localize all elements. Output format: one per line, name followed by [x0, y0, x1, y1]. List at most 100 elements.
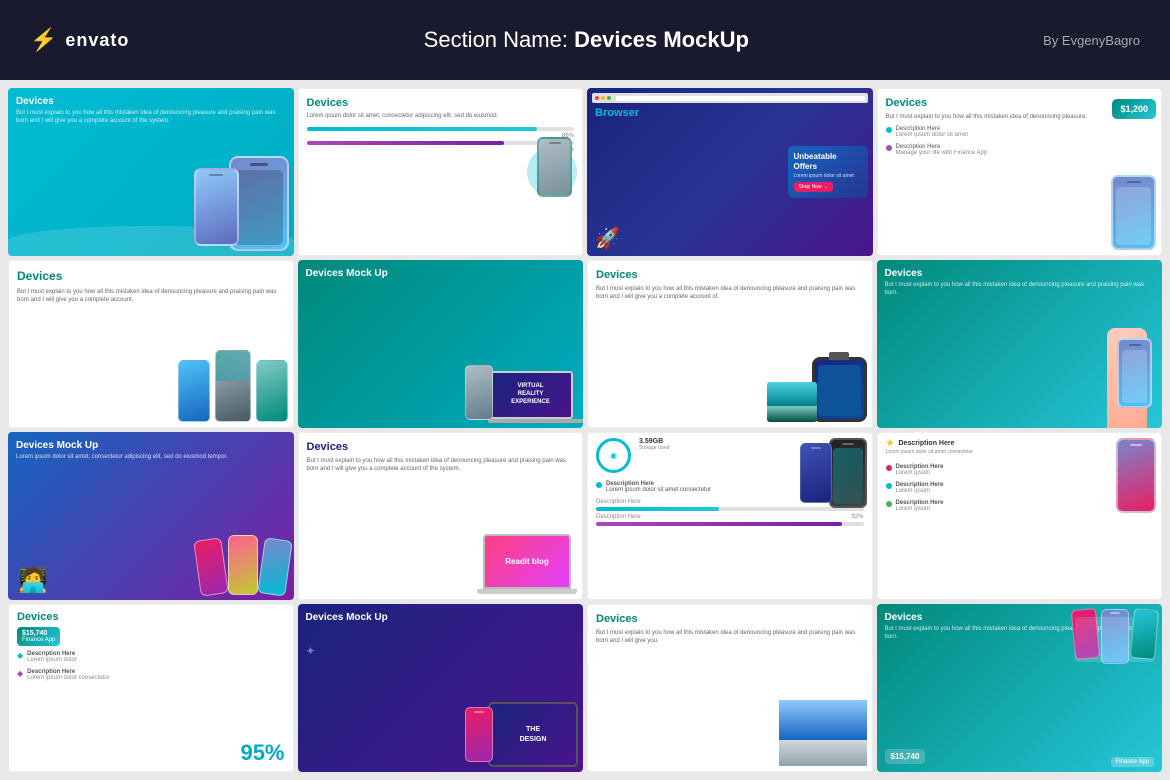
offer-banner: Unbeatable Offers Lorem ipsum dolor sit …: [788, 146, 868, 198]
watch-group: [812, 357, 867, 422]
finance-card-1: $15,740 Finance App: [17, 627, 60, 646]
vr-content: VIRTUALREALITYEXPERIENCE: [488, 371, 573, 419]
slide-r4c1[interactable]: Devices $15,740 Finance App ◆ Descriptio…: [8, 604, 294, 772]
slide-r4c4[interactable]: Devices But I must explain to you how al…: [877, 604, 1163, 772]
phone-s3: [1130, 608, 1159, 660]
offer-sub: Lorem ipsum dolor sit amet: [794, 173, 862, 179]
phone-blue: [800, 443, 832, 503]
phone-in-hand: [1117, 338, 1152, 408]
storage-info: 3.59GB Storage Used: [639, 438, 670, 473]
slide-title: Devices Mock Up: [298, 604, 584, 625]
slide-desc: But I must explain to you how all this m…: [8, 109, 294, 126]
slide-r2c1[interactable]: Devices But I must explain to you how al…: [8, 260, 294, 428]
finance-phone: [1111, 175, 1156, 250]
watch-strap-top: [829, 352, 849, 360]
phones-group: [178, 350, 288, 422]
slide-r1c3[interactable]: Browser Unbeatable Offers Lorem ipsum do…: [587, 88, 873, 256]
laptop: Readit blog: [483, 534, 577, 594]
desc-diamond-1: ◆ Description HereLorem ipsum dolor: [9, 648, 293, 666]
slide-r3c4[interactable]: ★ Description Here Lorem ipsum dolor sit…: [877, 432, 1163, 600]
offer-title: Unbeatable Offers: [794, 152, 862, 171]
slide-r4c2[interactable]: Devices Mock Up THEDESIGN ✦: [298, 604, 584, 772]
phones-floating: [197, 535, 289, 595]
rating-row: ★ Description Here: [886, 438, 1154, 449]
landscape-photo: [767, 382, 817, 422]
slide-r2c3[interactable]: Devices But I must explain to you how al…: [587, 260, 873, 428]
slide-r1c2[interactable]: Devices Lorem ipsum dolor sit amet, cons…: [298, 88, 584, 256]
watch-screen: [818, 365, 861, 416]
slide-r3c3[interactable]: ◉ 3.59GB Storage Used Description HereLo…: [587, 432, 873, 600]
slide-desc: But I must explain to you how all this m…: [588, 283, 872, 304]
slide-grid: Devices But I must explain to you how al…: [0, 80, 1170, 780]
phone-float-3: [257, 537, 293, 596]
phone-stack: [1073, 609, 1157, 664]
vr-screen: VIRTUALREALITYEXPERIENCE: [488, 371, 578, 423]
slide-desc: But I must explain to you how all this m…: [9, 286, 293, 307]
price-card: $1,200: [1112, 99, 1156, 119]
character-illustration: [517, 137, 577, 207]
slide-title: Browser: [587, 105, 873, 121]
finance-cards: $15,740 Finance App: [9, 625, 293, 648]
storage-label: Storage Used: [639, 445, 670, 451]
price-2: $15,740: [22, 630, 55, 637]
monitor-screen: [779, 700, 867, 755]
price-tag: $15,740: [885, 749, 926, 764]
logo-area: ⚡ envato: [30, 27, 129, 53]
phone-3: [256, 360, 288, 422]
desc-text-1: Lorem ipsum dolor sit amet consectetur: [886, 449, 1154, 456]
phone-beside-tablet: [465, 707, 493, 762]
monitor-base: [488, 419, 583, 423]
offer-btn[interactable]: Shop Now →: [794, 182, 833, 192]
tablet-group: THEDESIGN: [488, 702, 578, 767]
slide-desc: But I must explain to you how all this m…: [299, 455, 583, 476]
slide-r2c4[interactable]: Devices But I must explain to you how al…: [877, 260, 1163, 428]
hand-phone: [1087, 318, 1157, 428]
slide-title: Devices Mock Up: [8, 432, 294, 453]
desc-diamond-2: ◆ Description HereLorem ipsum dolor cons…: [9, 666, 293, 684]
star-icon: ★: [886, 438, 895, 449]
slide-title: Devices: [9, 605, 293, 625]
phone-colorful: [1116, 438, 1156, 513]
big-percent: 95%: [240, 740, 284, 766]
phone-2: [215, 350, 251, 422]
phone-float-2: [228, 535, 258, 595]
city-photo: [781, 702, 865, 753]
manage-app-text: Manage your life with Finance App: [896, 150, 988, 156]
blog-name: Readit blog: [505, 557, 549, 566]
header: ⚡ envato Section Name: Devices MockUp By…: [0, 0, 1170, 80]
browser-bar: [592, 93, 868, 103]
phone-mockup-2: [194, 168, 239, 246]
phone-float-1: [193, 537, 229, 596]
laptop-screen: Readit blog: [483, 534, 571, 589]
slide-r3c1[interactable]: Devices Mock Up Lorem ipsum dolor sit am…: [8, 432, 294, 600]
title-bold: Devices MockUp: [574, 27, 749, 52]
desc-item-2: Description HereManage your life with Fi…: [878, 141, 1162, 159]
price-value: $1,200: [1120, 104, 1148, 114]
slide-desc: But I must explain to you how all this m…: [588, 627, 872, 648]
phone-dark: [829, 438, 867, 508]
app-name: Finance App: [22, 637, 55, 643]
header-title: Section Name: Devices MockUp: [424, 27, 749, 53]
laptop-base: [477, 589, 577, 594]
slide-title: Devices: [299, 89, 583, 111]
slide-r4c3[interactable]: Devices But I must explain to you how al…: [587, 604, 873, 772]
desc-item-1: Description HereLorem ipsum dolor sit am…: [878, 123, 1162, 141]
slide-desc: Lorem ipsum dolor sit amet, consectetur …: [8, 453, 294, 461]
slide-title: Devices: [8, 88, 294, 109]
slide-r2c2[interactable]: Devices Mock Up VIRTUALREALITYEXPERIENCE: [298, 260, 584, 428]
slide-r3c2[interactable]: Devices But I must explain to you how al…: [298, 432, 584, 600]
slide-title: Devices: [877, 260, 1163, 281]
logo-text: envato: [65, 30, 129, 51]
finance-app-label: Finance App: [1111, 757, 1154, 767]
slide-r1c1[interactable]: Devices But I must explain to you how al…: [8, 88, 294, 256]
circ-icon: ◉: [596, 438, 631, 473]
slide-title: Devices: [588, 261, 872, 283]
slide-r1c4[interactable]: Devices But I must explain to you how al…: [877, 88, 1163, 256]
slide-desc: But I must explain to you how all this m…: [877, 281, 1163, 298]
slide-title: Devices Mock Up: [298, 260, 584, 281]
character: 🧑‍💻: [18, 566, 48, 595]
slide-title: Devices: [299, 433, 583, 455]
deco-star: ✦: [306, 644, 316, 658]
envato-icon: ⚡: [30, 27, 57, 53]
slide-title: Devices: [9, 261, 293, 286]
